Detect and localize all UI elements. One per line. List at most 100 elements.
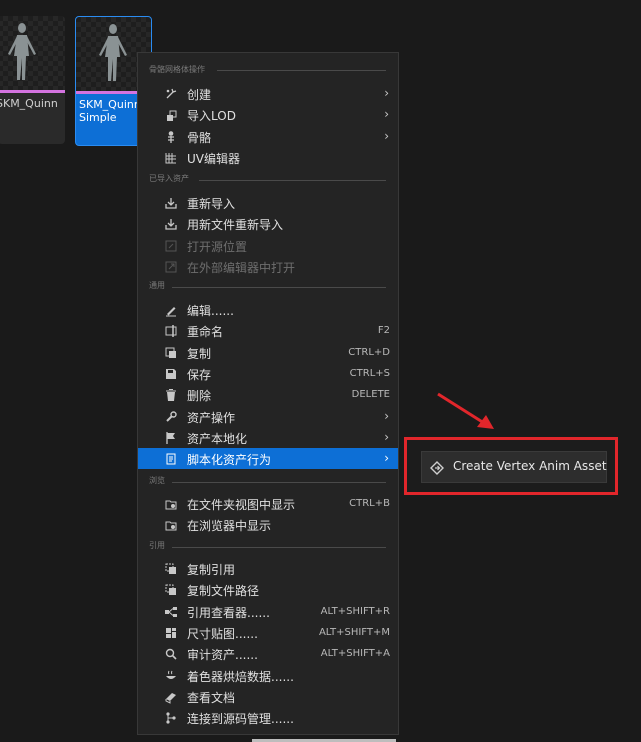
- context-menu: 骨骼网格体操作创建 › 导入LOD › 骨骼 › UV编辑器已导入资产重新导入用新文件重新导…: [137, 52, 399, 735]
- rename-icon: [165, 325, 177, 337]
- menu-item-open-source: 打开源位置: [138, 235, 398, 256]
- menu-item-label: 资产操作: [187, 411, 236, 425]
- menu-section-title: 引用: [149, 541, 165, 550]
- menu-item-label: 查看文档: [187, 691, 236, 705]
- menu-item-skeleton[interactable]: 骨骼 ›: [138, 126, 398, 147]
- menu-item-copy-path[interactable]: 复制文件路径: [138, 579, 398, 600]
- menu-item-shortcut: CTRL+B: [349, 498, 390, 509]
- menu-item-label: 着色器烘焙数据......: [187, 670, 294, 684]
- menu-item-reimport-file[interactable]: 用新文件重新导入: [138, 213, 398, 234]
- menu-section-divider: [217, 70, 386, 71]
- menu-item-lod[interactable]: 导入LOD ›: [138, 104, 398, 125]
- menu-item-label: 复制: [187, 347, 212, 361]
- chevron-right-icon: ›: [384, 430, 389, 444]
- source-control-icon: [166, 712, 176, 724]
- menu-item-shortcut: F2: [377, 325, 390, 336]
- menu-item-shortcut: DELETE: [351, 389, 390, 400]
- menu-section-divider: [172, 547, 386, 548]
- menu-item-shortcut: CTRL+S: [349, 368, 390, 379]
- menu-item-create[interactable]: 创建 ›: [138, 83, 398, 104]
- save-icon: [166, 369, 176, 379]
- asset-thumbnail: [0, 16, 65, 90]
- menu-item-docs[interactable]: 查看文档: [138, 686, 398, 707]
- menu-item-label: 用新文件重新导入: [187, 218, 284, 232]
- menu-item-label: 删除: [187, 389, 212, 403]
- reimport-icon: [165, 198, 177, 209]
- menu-item-size-map[interactable]: 尺寸贴图...... ALT+SHIFT+M: [138, 622, 398, 643]
- menu-item-ref-viewer[interactable]: 引用查看器...... ALT+SHIFT+R: [138, 601, 398, 622]
- menu-item-source-control[interactable]: 连接到源码管理......: [138, 707, 398, 728]
- menu-item-label: 复制引用: [187, 563, 236, 577]
- chevron-right-icon: ›: [384, 129, 389, 143]
- menu-item-label: 骨骼: [187, 131, 212, 145]
- duplicate-icon: [165, 347, 176, 358]
- menu-item-shader-bake[interactable]: 着色器烘焙数据......: [138, 665, 398, 686]
- menu-item-label: 引用查看器......: [187, 606, 270, 620]
- menu-section-title: 已导入资产: [149, 174, 189, 183]
- menu-item-copy-ref[interactable]: 复制引用: [138, 558, 398, 579]
- audit-icon: [165, 648, 177, 660]
- chevron-right-icon: ›: [384, 86, 389, 100]
- menu-item-label: 创建: [187, 88, 212, 102]
- copy-path-icon: [165, 584, 176, 595]
- asset-tile-skm-quinn[interactable]: SKM_Quinn: [0, 16, 65, 144]
- asset-label: SKM_Quinn: [0, 97, 58, 110]
- script-icon: [166, 453, 176, 465]
- menu-item-audit[interactable]: 审计资产...... ALT+SHIFT+A: [138, 643, 398, 664]
- mannequin-icon: [8, 23, 36, 80]
- shader-bake-icon: [166, 670, 176, 679]
- menu-item-folder-view[interactable]: 在文件夹视图中显示 CTRL+B: [138, 493, 398, 514]
- menu-item-save[interactable]: 保存 CTRL+S: [138, 363, 398, 384]
- open-source-icon: [165, 240, 177, 252]
- menu-item-label: 尺寸贴图......: [187, 627, 258, 641]
- menu-item-script[interactable]: 脚本化资产行为 ›: [138, 448, 398, 469]
- chevron-right-icon: ›: [384, 107, 389, 121]
- menu-item-external-editor: 在外部编辑器中打开: [138, 256, 398, 277]
- annotation-arrow-icon: [437, 392, 494, 429]
- menu-item-label: 重命名: [187, 325, 224, 339]
- folder-view-icon: [165, 500, 177, 510]
- menu-section-divider: [199, 180, 386, 181]
- uv-icon: [165, 153, 176, 164]
- menu-item-shortcut: ALT+SHIFT+M: [318, 627, 390, 638]
- menu-item-label: 在浏览器中显示: [187, 519, 272, 533]
- copy-ref-icon: [165, 563, 176, 574]
- menu-item-uv[interactable]: UV编辑器: [138, 147, 398, 168]
- menu-item-edit[interactable]: 编辑......: [138, 299, 398, 320]
- ref-viewer-icon: [165, 607, 177, 617]
- menu-item-rename[interactable]: 重命名 F2: [138, 320, 398, 341]
- browser-icon: [165, 521, 177, 531]
- chevron-right-icon: ›: [384, 451, 389, 465]
- create-vertex-anim-asset-item[interactable]: Create Vertex Anim Asset: [421, 451, 607, 483]
- menu-item-label: 打开源位置: [187, 240, 248, 254]
- menu-item-flag[interactable]: 资产本地化 ›: [138, 427, 398, 448]
- flag-icon: [166, 432, 175, 444]
- menu-item-delete[interactable]: 删除 DELETE: [138, 384, 398, 405]
- menu-item-label: 保存: [187, 368, 212, 382]
- external-editor-icon: [165, 261, 177, 273]
- edit-icon: [166, 307, 176, 317]
- reimport-file-icon: [165, 219, 177, 230]
- lod-icon: [167, 110, 177, 121]
- menu-item-label: 资产本地化: [187, 432, 248, 446]
- delete-icon: [166, 389, 176, 401]
- menu-item-label: 在外部编辑器中打开: [187, 261, 296, 275]
- menu-item-label: 脚本化资产行为: [187, 453, 272, 467]
- scripted-actions-submenu: Create Vertex Anim Asset: [404, 437, 618, 495]
- menu-section-divider: [172, 482, 386, 483]
- menu-item-label: 连接到源码管理......: [187, 712, 294, 726]
- menu-item-label: 导入LOD: [187, 109, 236, 123]
- menu-item-shortcut: CTRL+D: [348, 347, 390, 358]
- menu-item-label: 在文件夹视图中显示: [187, 498, 296, 512]
- menu-section-title: 骨骼网格体操作: [149, 65, 205, 74]
- menu-item-reimport[interactable]: 重新导入: [138, 192, 398, 213]
- menu-item-duplicate[interactable]: 复制 CTRL+D: [138, 342, 398, 363]
- menu-item-wrench[interactable]: 资产操作 ›: [138, 406, 398, 427]
- size-map-icon: [166, 628, 176, 638]
- docs-icon: [165, 693, 176, 704]
- menu-item-shortcut: ALT+SHIFT+R: [320, 606, 390, 617]
- menu-item-label: 重新导入: [187, 197, 236, 211]
- menu-item-browser[interactable]: 在浏览器中显示: [138, 514, 398, 535]
- create-icon: [166, 88, 177, 99]
- submenu-item-label: Create Vertex Anim Asset: [453, 459, 607, 473]
